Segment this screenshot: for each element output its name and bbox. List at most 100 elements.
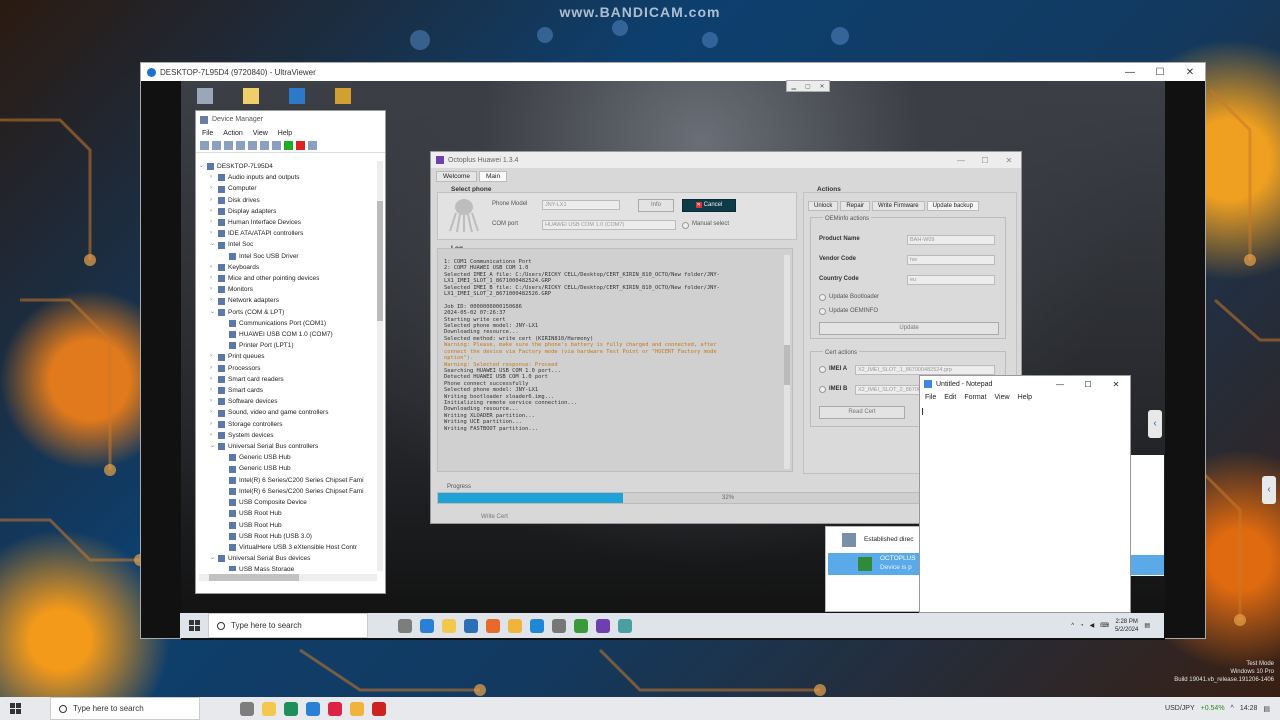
manual-select-checkbox[interactable] [682,222,689,229]
collapsed-chevron-icon[interactable]: › [210,284,218,295]
host-search-box[interactable]: Type here to search [50,697,200,720]
menu-file[interactable]: File [202,130,213,137]
remote-start-button[interactable] [180,613,208,638]
octoplus-minimize-icon[interactable]: — [949,156,973,165]
back-icon[interactable] [200,141,209,150]
notifications-icon[interactable]: ▤ [1144,622,1150,629]
chrome-icon[interactable] [508,618,522,633]
expanded-chevron-icon[interactable]: ⌄ [210,441,218,452]
product-name-field[interactable]: BAH-W09 [907,235,995,245]
host-clock[interactable]: 14:28 [1240,705,1258,712]
cancel-button[interactable]: ✕ Cancel [682,199,736,212]
host-start-button[interactable] [0,703,30,714]
device-tree-item[interactable]: VirtualHere USB 3 eXtensible Host Contr [199,542,377,553]
host-chat-icon[interactable] [284,701,298,716]
host-bandicam-icon[interactable] [372,701,386,716]
device-tree-item[interactable]: › Software devices [199,396,377,407]
octoplus-maximize-icon[interactable]: ☐ [973,156,997,165]
device-tree-item[interactable]: Printer Port (LPT1) [199,340,377,351]
device-manager-titlebar[interactable]: Device Manager [196,111,385,128]
device-tree-item[interactable]: HUAWEI USB COM 1.0 (COM7) [199,329,377,340]
update-driver-icon[interactable] [284,141,293,150]
collapsed-chevron-icon[interactable]: › [210,217,218,228]
uninstall-icon[interactable] [296,141,305,150]
collapsed-chevron-icon[interactable]: › [210,363,218,374]
device-tree-item[interactable]: Intel(R) 6 Series/C200 Series Chipset Fa… [199,486,377,497]
imei-a-radio[interactable] [819,366,826,373]
collapsed-chevron-icon[interactable]: › [210,262,218,273]
log-scrollbar[interactable] [784,255,790,469]
device-tree-item[interactable]: Generic USB Hub [199,452,377,463]
collapsed-chevron-icon[interactable]: › [210,273,218,284]
device-tree-item[interactable]: USB Root Hub (USB 3.0) [199,531,377,542]
scan-hardware-icon[interactable] [260,141,269,150]
com-port-select[interactable]: HUAWEI USB COM 1.0 (COM7) [542,220,676,230]
minimize-icon[interactable]: — [1115,67,1145,78]
host-task-view-icon[interactable] [240,701,254,716]
tab-write-firmware[interactable]: Write Firmware [872,201,925,211]
tray-chevron-icon[interactable]: ^ [1071,623,1074,629]
vendor-code-field[interactable]: hw [907,255,995,265]
device-tree-item[interactable]: › Mice and other pointing devices [199,273,377,284]
notepad-menu-help[interactable]: Help [1018,394,1032,401]
host-record-icon[interactable] [328,701,342,716]
settings-icon[interactable] [552,618,566,633]
forward-icon[interactable] [212,141,221,150]
side-collapse-icon[interactable]: ‹ [1148,410,1162,438]
folder-icon[interactable] [243,88,259,104]
device-tree-vscroll[interactable] [377,161,383,571]
notepad-menu-edit[interactable]: Edit [944,394,956,401]
task-view-icon[interactable] [398,618,412,633]
device-tree-item[interactable]: ⌄ Intel Soc [199,239,377,250]
device-tree-item[interactable]: Generic USB Hub [199,463,377,474]
imei-b-radio[interactable] [819,386,826,393]
mail-icon[interactable] [464,618,478,633]
host-notifications-icon[interactable]: ▤ [1263,705,1270,713]
volume-icon[interactable]: ◀ [1090,622,1095,629]
tab-welcome[interactable]: Welcome [436,171,477,182]
language-icon[interactable]: ⌨ [1100,622,1109,629]
device-tree-item[interactable]: › Processors [199,363,377,374]
expanded-chevron-icon[interactable]: ⌄ [199,161,207,172]
host-edge-icon[interactable] [306,701,320,716]
notepad-minimize-icon[interactable]: — [1046,380,1074,389]
collapsed-chevron-icon[interactable]: › [210,206,218,217]
device-tree-item[interactable]: › Display adapters [199,206,377,217]
collapsed-chevron-icon[interactable]: › [210,228,218,239]
toolbar-restore-icon[interactable]: ▢ [805,83,811,90]
device-tree-item[interactable]: ⌄ Ports (COM & LPT) [199,307,377,318]
collapsed-chevron-icon[interactable]: › [210,183,218,194]
collapsed-chevron-icon[interactable]: › [210,396,218,407]
device-tree-item[interactable]: ⌄ Universal Serial Bus devices [199,553,377,564]
tab-update-backup[interactable]: Update backup [926,201,979,211]
collapsed-chevron-icon[interactable]: › [210,374,218,385]
device-tree-item[interactable]: › Monitors [199,284,377,295]
tool-icon[interactable] [335,88,351,104]
device-tree-item[interactable]: › Print queues [199,351,377,362]
notepad-menu-format[interactable]: Format [964,394,986,401]
update-button[interactable]: Update [819,322,999,335]
ultraviewer-titlebar[interactable]: DESKTOP-7L95D4 (9720840) - UltraViewer —… [141,63,1205,81]
collapsed-chevron-icon[interactable]: › [210,430,218,441]
device-tree-item[interactable]: › Sound, video and game controllers [199,407,377,418]
show-hidden-icon[interactable] [236,141,245,150]
remote-search-box[interactable]: Type here to search [208,613,368,638]
notepad-menu-view[interactable]: View [995,394,1010,401]
device-tree-item[interactable]: USB Mass Storage [199,564,377,571]
device-tree-item[interactable]: › Human Interface Devices [199,217,377,228]
device-tree-item[interactable]: ⌄ Universal Serial Bus controllers [199,441,377,452]
notepad-maximize-icon[interactable]: ☐ [1074,380,1102,389]
close-icon[interactable]: ✕ [1175,67,1205,78]
expanded-chevron-icon[interactable]: ⌄ [210,239,218,250]
device-tree-item[interactable]: › Disk drives [199,195,377,206]
network-icon[interactable]: ◔ [1080,623,1084,629]
remote-clock[interactable]: 2:28 PM 5/2/2024 [1115,618,1138,634]
file-explorer-icon[interactable] [442,618,456,633]
imei-a-file-field[interactable]: X2_IMEI_SLOT_1_867000482524.grp [855,365,995,375]
notepad-text-cursor[interactable] [922,408,923,415]
tab-main[interactable]: Main [478,171,508,182]
properties-icon[interactable] [224,141,233,150]
disable-icon[interactable] [308,141,317,150]
device-tree-item[interactable]: › Network adapters [199,295,377,306]
notepad-menu-file[interactable]: File [925,394,936,401]
